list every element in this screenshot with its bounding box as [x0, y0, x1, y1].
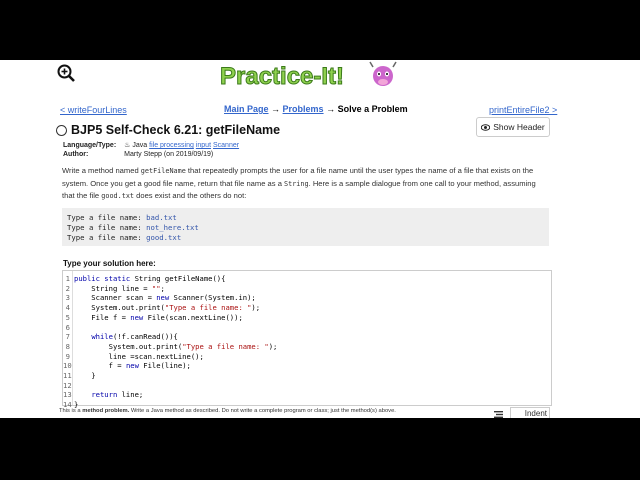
code-line: 9 line =scan.nextLine();: [65, 351, 204, 361]
show-header-label: Show Header: [493, 122, 545, 132]
browser-page: Practice-It! < writeFourLines Main Page …: [0, 60, 640, 418]
tag-input[interactable]: input: [196, 142, 211, 149]
problem-title: BJP5 Self-Check 6.21: getFileName: [71, 123, 281, 137]
code-line: 6: [65, 322, 70, 332]
code-line: 7 while(!f.canRead()){: [65, 332, 178, 342]
status-radio-icon: [56, 124, 67, 136]
indent-button[interactable]: Indent: [510, 407, 550, 418]
eye-icon: [481, 123, 491, 131]
tag-file-processing[interactable]: file processing: [149, 142, 194, 149]
problem-title-row: BJP5 Self-Check 6.21: getFileName: [56, 123, 280, 137]
code-line: 3 Scanner scan = new Scanner(System.in);: [65, 293, 256, 303]
logo-text: Practice-It!: [220, 63, 344, 90]
code-line: 1 public static String getFileName(){: [65, 274, 226, 283]
author-value: Marty Stepp (on 2019/09/19): [124, 150, 214, 158]
zoom-in-icon[interactable]: [56, 63, 76, 83]
indent-label: Indent: [524, 409, 547, 418]
next-problem-link[interactable]: printEntireFile2 >: [489, 105, 557, 115]
breadcrumb-problems[interactable]: Problems: [283, 104, 324, 114]
code-line: 12: [63, 380, 72, 390]
problem-metadata: Language/Type: ♨ Java file processing in…: [63, 142, 247, 159]
breadcrumb: Main Page → Problems → Solve a Problem: [224, 104, 408, 114]
language-value: Java: [132, 142, 148, 149]
code-editor[interactable]: 1 public static String getFileName(){ 2 S…: [62, 270, 552, 409]
logo-cow-icon: [369, 61, 397, 86]
code-line: 10 f = new File(line);: [63, 361, 191, 371]
java-cup-icon: ♨: [124, 142, 131, 149]
format-list-icon[interactable]: [494, 411, 503, 418]
author-label: Author:: [63, 150, 89, 158]
method-problem-note: This is a method problem. Write a Java m…: [59, 408, 396, 414]
code-line: 11 }: [63, 371, 96, 381]
breadcrumb-current: Solve a Problem: [337, 104, 408, 114]
code-line: 2 String line = "";: [65, 283, 165, 293]
breadcrumb-arrow: →: [326, 104, 336, 114]
solution-label: Type your solution here:: [63, 259, 156, 268]
problem-description: Write a method named getFileName that re…: [62, 166, 536, 201]
breadcrumb-main-page[interactable]: Main Page: [224, 104, 269, 114]
code-line: 8 System.out.print("Type a file name: ")…: [65, 341, 278, 351]
breadcrumb-arrow: →: [271, 104, 281, 114]
show-header-button[interactable]: Show Header: [476, 117, 550, 137]
language-type-label: Language/Type:: [63, 142, 117, 149]
tag-scanner[interactable]: Scanner: [213, 142, 239, 149]
code-line: 13 return line;: [63, 390, 144, 400]
code-line: 5 File f = new File(scan.nextLine());: [65, 312, 243, 322]
sample-dialogue: Type a file name: bad.txt Type a file na…: [62, 208, 549, 246]
code-line: 4 System.out.print("Type a file name: ")…: [65, 303, 261, 313]
prev-problem-link[interactable]: < writeFourLines: [60, 105, 127, 115]
practice-it-logo[interactable]: Practice-It!: [218, 61, 398, 91]
